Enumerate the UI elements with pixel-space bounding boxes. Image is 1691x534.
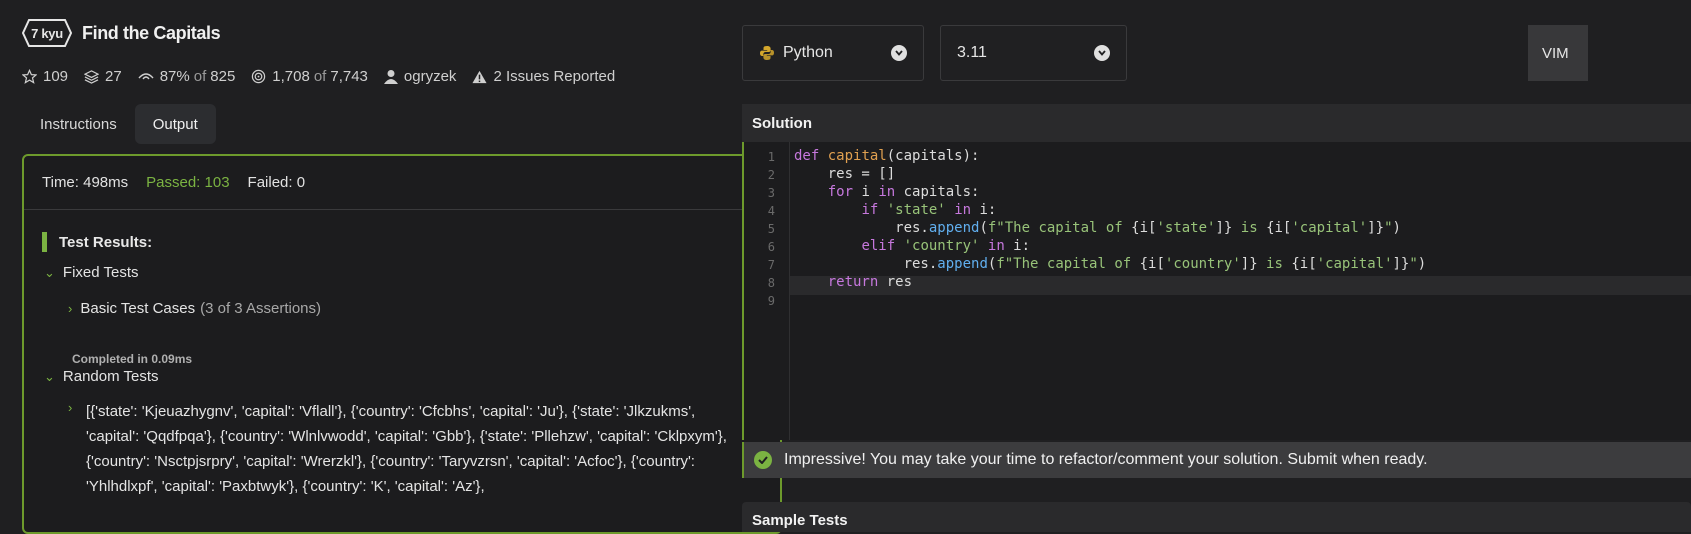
failed-label: Failed: 0: [247, 174, 306, 191]
time-label: Time: 498ms: [42, 174, 129, 191]
solution-header: Solution: [742, 104, 1691, 142]
output-panel: Time: 498ms Passed: 103 Failed: 0 Test R…: [22, 154, 782, 534]
chevron-down-icon: [891, 45, 907, 61]
random-tests-label: Random Tests: [62, 368, 159, 385]
sample-tests-header: Sample Tests: [742, 502, 1691, 532]
rank-badge: 7 kyu: [22, 18, 72, 48]
line-number: 7: [767, 258, 775, 272]
success-banner: Impressive! You may take your time to re…: [742, 442, 1691, 478]
line-number: 2: [767, 168, 775, 182]
kata-stats: 109 27 87% of 825 1,708 of 7,743 ogryzek…: [22, 68, 631, 85]
passed-label: Passed: 103: [146, 174, 230, 191]
stars-stat[interactable]: 109: [22, 68, 68, 85]
chevron-down-icon: ⌄: [44, 264, 55, 280]
satisfaction-votes: 825: [210, 68, 236, 85]
editor-panel: Python 3.11 VIM Solution 1 2 3 4 5 6 7 8…: [742, 0, 1691, 532]
basic-test-cases-item[interactable]: › Basic Test Cases (3 of 3 Assertions): [68, 300, 321, 317]
code-line-2: res = []: [794, 166, 896, 182]
issues-count: 2 Issues Reported: [493, 68, 616, 85]
satisfaction-of: of: [193, 68, 207, 85]
random-case-chevron[interactable]: ›: [68, 400, 80, 415]
layers-icon: [84, 70, 100, 84]
fixed-tests-label: Fixed Tests: [62, 264, 139, 281]
kata-title[interactable]: Find the Capitals: [82, 23, 221, 44]
code-line-1: def capital(capitals):: [794, 148, 980, 164]
completed-time: Completed in 0.09ms: [72, 352, 193, 366]
star-icon: [22, 69, 37, 84]
random-test-case[interactable]: [{'state': 'Kjeuazhygnv', 'capital': 'Vf…: [86, 399, 746, 499]
line-number: 1: [767, 150, 775, 164]
completions-stat: 1,708 of 7,743: [251, 68, 368, 85]
code-line-3: for i in capitals:: [827, 184, 980, 200]
line-number-gutter: 1 2 3 4 5 6 7 8 9: [744, 142, 790, 440]
language-label: Python: [783, 44, 833, 61]
line-number: 6: [767, 240, 775, 254]
code-editor[interactable]: 1 2 3 4 5 6 7 8 9 def capital(capitals):…: [742, 142, 1691, 440]
python-icon: [760, 46, 774, 60]
basic-test-cases-label: Basic Test Cases: [80, 300, 196, 317]
code-line-5: res.append(f"The capital of {i['state']}…: [794, 220, 1401, 236]
line-number: 8: [767, 276, 775, 290]
version-select[interactable]: 3.11: [940, 25, 1127, 81]
active-line-highlight: [790, 276, 1691, 295]
chevron-down-icon: ⌄: [44, 368, 55, 384]
chevron-right-icon: ›: [68, 301, 73, 316]
tab-bar: Instructions Output: [22, 104, 216, 144]
author-stat[interactable]: ogryzek: [383, 68, 457, 85]
results-title-text: Test Results:: [59, 233, 153, 251]
completions-count: 1,708: [272, 68, 310, 85]
fixed-tests-group[interactable]: ⌄ Fixed Tests: [44, 264, 139, 281]
test-results-title: Test Results:: [42, 232, 152, 252]
code-line-7: res.append(f"The capital of {i['country'…: [794, 256, 1427, 272]
line-number: 3: [767, 186, 775, 200]
tab-output[interactable]: Output: [134, 104, 216, 144]
vim-mode-button[interactable]: VIM: [1528, 25, 1588, 81]
kata-header: 7 kyu Find the Capitals: [22, 18, 221, 48]
rank-label: 7 kyu: [31, 25, 63, 41]
results-accent-bar: [42, 232, 47, 252]
completions-of: of: [313, 68, 327, 85]
collections-count: 27: [105, 68, 122, 85]
check-circle-icon: [754, 451, 772, 469]
satisfaction-stat: 87% of 825: [138, 68, 236, 85]
random-tests-group[interactable]: ⌄ Random Tests: [44, 368, 159, 385]
satisfaction-rating: 87%: [159, 68, 190, 85]
language-select[interactable]: Python: [742, 25, 924, 81]
issues-stat[interactable]: 2 Issues Reported: [472, 68, 615, 85]
completions-total: 7,743: [330, 68, 368, 85]
kata-panel: 7 kyu Find the Capitals 109 27 87% of 82…: [0, 0, 800, 534]
tab-instructions[interactable]: Instructions: [22, 104, 135, 144]
target-icon: [252, 69, 266, 84]
collections-stat[interactable]: 27: [84, 68, 122, 85]
chevron-down-icon: [1094, 45, 1110, 61]
code-line-4: if 'state' in i:: [861, 202, 997, 218]
chevron-right-icon: ›: [68, 400, 73, 415]
user-icon: [383, 70, 398, 84]
line-number: 4: [767, 204, 775, 218]
warning-icon: [472, 70, 487, 83]
version-label: 3.11: [957, 44, 987, 61]
line-number: 9: [767, 294, 775, 308]
stars-count: 109: [43, 68, 69, 85]
output-summary: Time: 498ms Passed: 103 Failed: 0: [24, 156, 780, 210]
eye-icon: [138, 72, 154, 79]
basic-assertions-count: (3 of 3 Assertions): [200, 300, 322, 317]
author-name: ogryzek: [403, 68, 457, 85]
code-line-8: return res: [827, 274, 913, 290]
success-message: Impressive! You may take your time to re…: [784, 451, 1428, 468]
line-number: 5: [767, 222, 775, 236]
code-line-6: elif 'country' in i:: [861, 238, 1031, 254]
